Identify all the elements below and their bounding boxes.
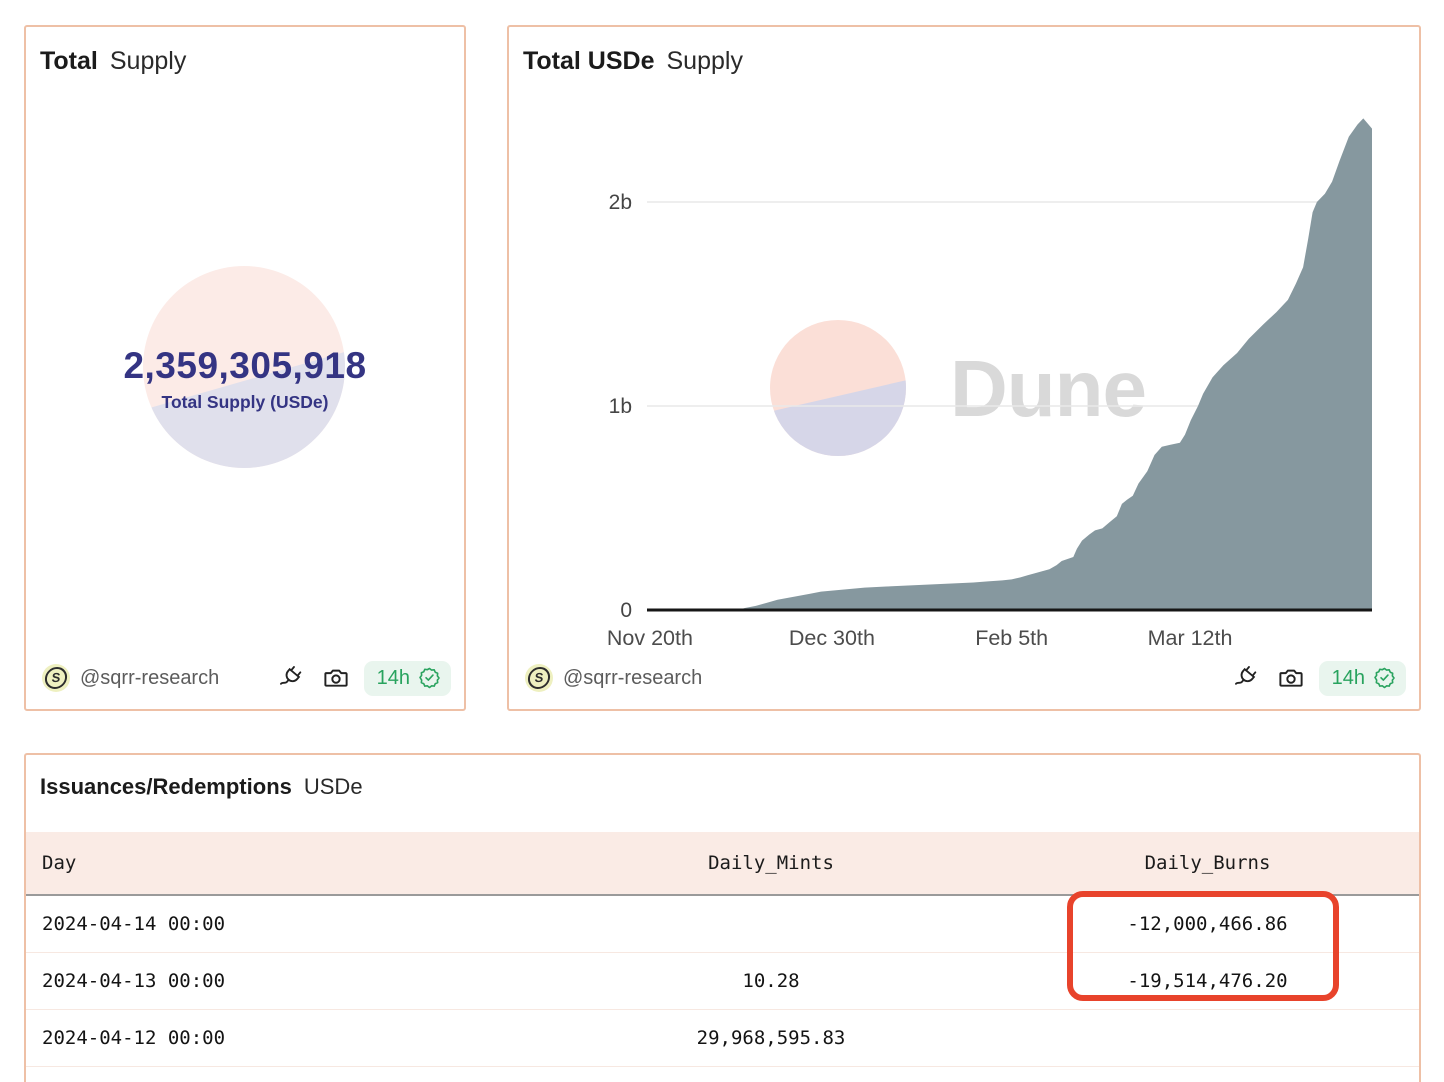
verified-seal-icon bbox=[418, 666, 441, 689]
issuances-redemptions-table-widget: Issuances/Redemptions USDe Day Daily_Mint… bbox=[24, 753, 1421, 1082]
avatar-letter: S bbox=[527, 667, 551, 689]
cell-day: 2024-04-14 00:00 bbox=[26, 913, 546, 935]
sqrr-avatar: S bbox=[525, 664, 553, 692]
svg-text:0: 0 bbox=[620, 599, 632, 622]
counter-block: 2,359,305,918 Total Supply (USDe) bbox=[26, 345, 464, 414]
cell-daily-burns: -12,000,466.86 bbox=[996, 913, 1419, 935]
total-supply-value: 2,359,305,918 bbox=[26, 345, 464, 387]
verified-seal-icon bbox=[1373, 666, 1396, 689]
table-row: 2024-04-12 00:0029,968,595.83 bbox=[26, 1010, 1419, 1067]
cell-daily-burns: -19,514,476.20 bbox=[996, 970, 1419, 992]
svg-text:Dec 30th: Dec 30th bbox=[789, 626, 875, 650]
svg-text:2b: 2b bbox=[609, 191, 632, 214]
widget-title-bold: Issuances/Redemptions bbox=[40, 774, 292, 799]
widget-title: Issuances/Redemptions USDe bbox=[40, 771, 363, 803]
table-header-row: Day Daily_Mints Daily_Burns bbox=[26, 832, 1419, 894]
cell-daily-mints: 29,968,595.83 bbox=[546, 1027, 996, 1049]
author-handle-link[interactable]: @sqrr-research bbox=[80, 667, 219, 690]
cell-day: 2024-04-12 00:00 bbox=[26, 1027, 546, 1049]
refresh-age-label: 14h bbox=[377, 665, 410, 691]
avatar-letter: S bbox=[44, 667, 68, 689]
total-supply-label: Total Supply (USDe) bbox=[26, 390, 464, 414]
svg-text:1b: 1b bbox=[609, 395, 632, 418]
widget-title-rest: Supply bbox=[110, 47, 186, 75]
camera-icon[interactable] bbox=[1277, 664, 1305, 692]
plug-icon[interactable] bbox=[278, 664, 306, 692]
supply-area-chart: 0 1b 2b Nov 20th Dec 30th Feb 5th Mar 12th bbox=[509, 27, 1419, 709]
svg-text:Nov 20th: Nov 20th bbox=[607, 626, 693, 650]
widget-title-rest: USDe bbox=[304, 774, 363, 799]
column-header-daily-mints[interactable]: Daily_Mints bbox=[546, 852, 996, 874]
cell-day: 2024-04-13 00:00 bbox=[26, 970, 546, 992]
widget-title-bold: Total bbox=[40, 47, 98, 75]
widget-footer: S @sqrr-research 14h bbox=[525, 660, 1406, 696]
column-header-day[interactable]: Day bbox=[26, 852, 546, 874]
svg-text:Feb 5th: Feb 5th bbox=[975, 626, 1048, 650]
plug-icon[interactable] bbox=[1233, 664, 1261, 692]
refresh-age-badge[interactable]: 14h bbox=[364, 661, 451, 696]
camera-icon[interactable] bbox=[322, 664, 350, 692]
usde-supply-chart-widget: Total USDeSupply Dune 01b2bNov 20thDec 3… bbox=[507, 25, 1421, 711]
table-row: 2024-04-14 00:00 -12,000,466.86 bbox=[26, 896, 1419, 953]
cell-daily-mints: 10.28 bbox=[546, 970, 996, 992]
column-header-daily-burns[interactable]: Daily_Burns bbox=[996, 852, 1419, 874]
widget-footer: S @sqrr-research 14h bbox=[42, 660, 451, 696]
refresh-age-label: 14h bbox=[1332, 665, 1365, 691]
author-handle-link[interactable]: @sqrr-research bbox=[563, 667, 702, 690]
refresh-age-badge[interactable]: 14h bbox=[1319, 661, 1406, 696]
sqrr-avatar: S bbox=[42, 664, 70, 692]
table-row: 2024-04-13 00:0010.28-19,514,476.20 bbox=[26, 953, 1419, 1010]
widget-title: Total Supply bbox=[40, 45, 186, 77]
total-supply-counter-widget: Total Supply 2,359,305,918 Total Supply (… bbox=[24, 25, 466, 711]
svg-text:Mar 12th: Mar 12th bbox=[1148, 626, 1233, 650]
table-body: 2024-04-14 00:00 -12,000,466.86 2024-04-13… bbox=[26, 896, 1419, 1067]
